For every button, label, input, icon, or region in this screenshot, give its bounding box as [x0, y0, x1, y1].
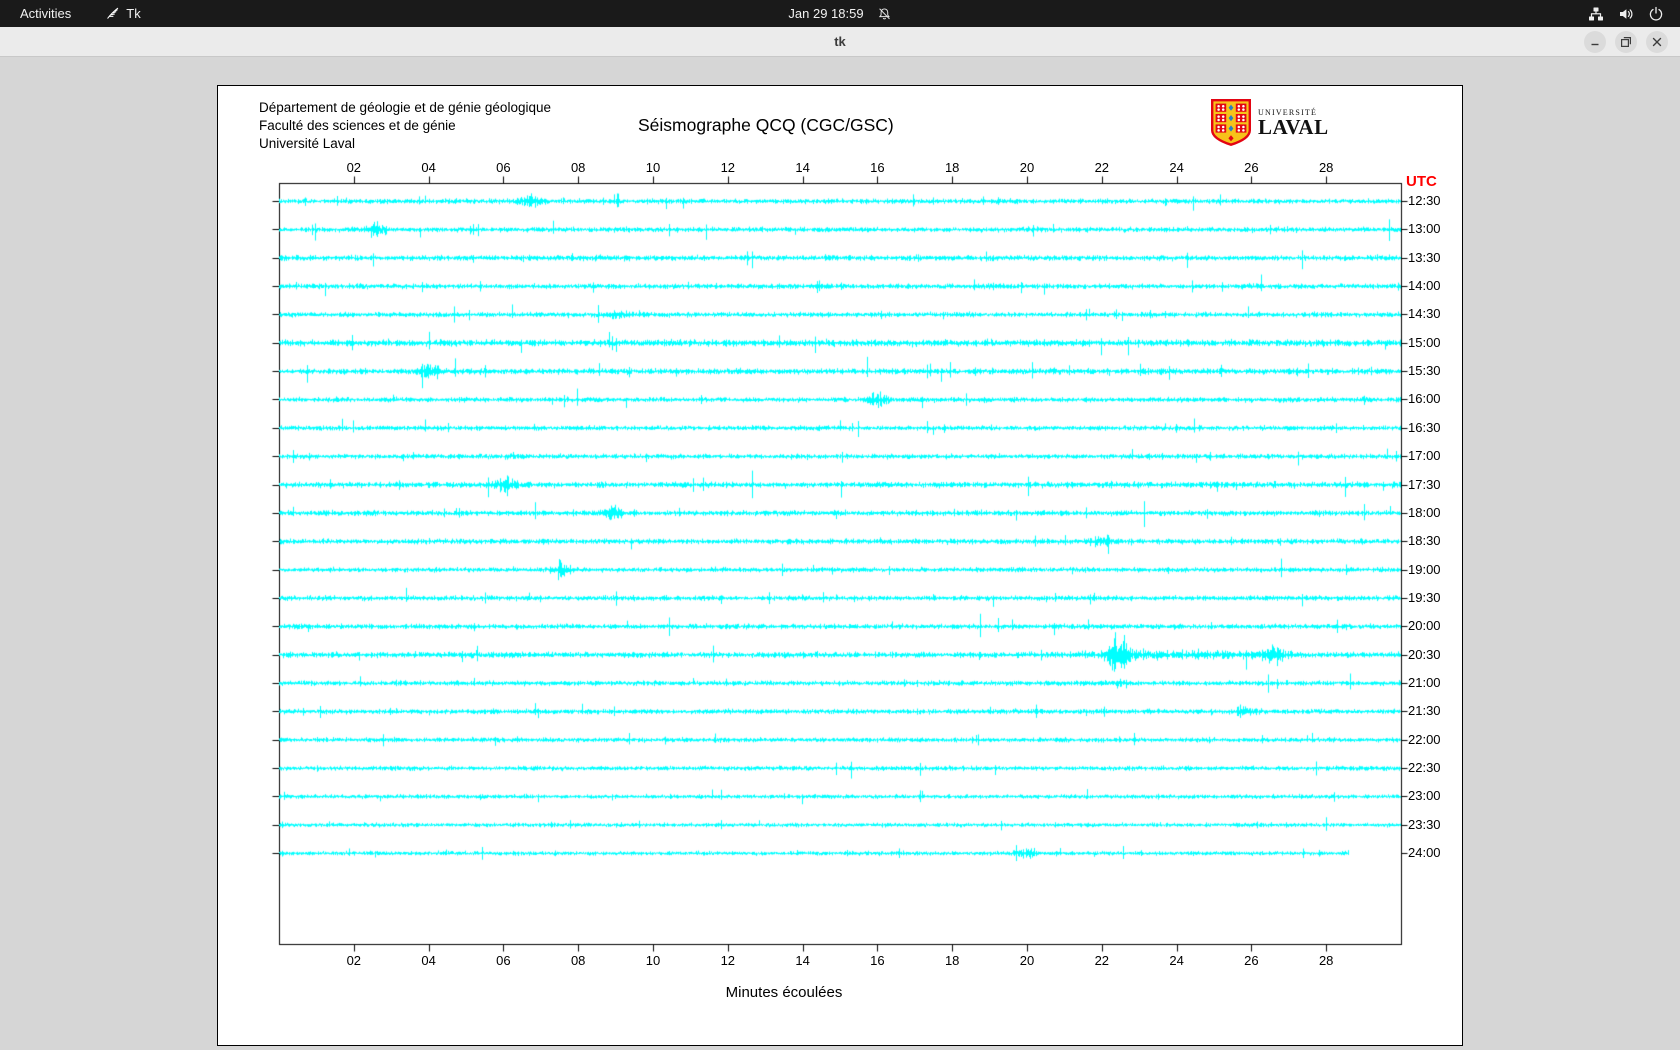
tick-label: 02	[346, 160, 362, 175]
tick-label: 10	[645, 953, 661, 968]
header-line-department: Département de géologie et de génie géol…	[259, 100, 551, 115]
time-label: 16:00	[1408, 391, 1441, 407]
time-label: 22:00	[1408, 731, 1441, 747]
gnome-top-bar: Activities Tk Jan 29 18:59	[0, 0, 1680, 27]
power-icon	[1649, 6, 1663, 20]
tick-label: 16	[870, 160, 885, 175]
tick-label: 22	[1094, 953, 1110, 968]
time-label: 17:00	[1408, 448, 1441, 464]
tick-label: 26	[1244, 953, 1259, 968]
time-label: 14:00	[1408, 278, 1441, 294]
clock-label: Jan 29 18:59	[788, 6, 864, 21]
time-label: 20:00	[1408, 618, 1441, 634]
time-label: 22:30	[1408, 760, 1441, 775]
clock[interactable]: Jan 29 18:59	[788, 6, 891, 21]
time-label: 23:00	[1408, 788, 1441, 804]
tick-label: 12	[720, 953, 736, 968]
time-label: 17:30	[1408, 476, 1441, 492]
tick-label: 06	[496, 953, 511, 968]
header-address: Département de géologie et de génie géol…	[259, 99, 551, 153]
minimize-icon	[1591, 43, 1599, 46]
helicorder-plot	[259, 163, 1421, 964]
time-label: 21:30	[1408, 703, 1441, 719]
x-axis-title: Minutes écoulées	[725, 984, 843, 1001]
tick-label: 20	[1019, 953, 1035, 968]
tick-label: 24	[1169, 160, 1184, 175]
tick-label: 26	[1244, 160, 1259, 175]
time-label: 18:00	[1408, 504, 1441, 520]
tick-label: 18	[944, 953, 960, 968]
time-label: 18:30	[1408, 533, 1441, 549]
time-label: 24:00	[1408, 845, 1441, 861]
window-title: tk	[834, 34, 846, 49]
time-label: 23:30	[1408, 816, 1441, 832]
header-line-university: Université Laval	[259, 136, 356, 151]
activities-button[interactable]: Activities	[20, 6, 71, 21]
laval-logo: UNIVERSITÉ LAVAL	[1211, 99, 1329, 146]
tick-label: 08	[570, 953, 586, 968]
app-indicator-label: Tk	[126, 6, 141, 21]
tick-label: 12	[720, 160, 736, 175]
laval-shield-icon	[1211, 99, 1251, 146]
time-label: 15:00	[1408, 334, 1441, 350]
tick-label: 08	[570, 160, 586, 175]
system-status-area[interactable]	[1588, 6, 1664, 22]
network-wired-icon	[1589, 7, 1603, 20]
minimize-button[interactable]	[1584, 31, 1606, 53]
tick-label: 10	[645, 160, 661, 175]
logo-laval-label: LAVAL	[1258, 115, 1329, 139]
time-label: 13:00	[1408, 221, 1441, 237]
time-label: 20:30	[1408, 646, 1441, 662]
time-label: 14:30	[1408, 306, 1441, 322]
tick-label: 28	[1318, 160, 1334, 175]
time-label: 19:30	[1408, 589, 1441, 605]
time-label: 19:00	[1408, 561, 1441, 577]
restore-icon	[1621, 37, 1631, 48]
tick-label: 14	[795, 160, 810, 175]
app-indicator[interactable]: Tk	[105, 6, 141, 21]
tick-label: 24	[1169, 953, 1184, 968]
tick-label: 04	[421, 160, 436, 175]
tick-label: 28	[1318, 953, 1334, 968]
tick-label: 16	[870, 953, 885, 968]
tick-label: 02	[346, 953, 362, 968]
header-line-faculty: Faculté des sciences et de génie	[259, 118, 456, 133]
time-label: 13:30	[1408, 249, 1441, 265]
seismograph-canvas: Département de géologie et de génie géol…	[217, 85, 1463, 1046]
close-icon	[1652, 37, 1662, 47]
plot-title: Séismographe QCQ (CGC/GSC)	[638, 115, 894, 135]
tick-label: 06	[496, 160, 511, 175]
tick-label: 14	[795, 953, 810, 968]
close-button[interactable]	[1646, 31, 1668, 53]
time-label: 21:00	[1408, 674, 1441, 690]
time-label: 16:30	[1408, 419, 1441, 435]
notifications-muted-icon	[879, 7, 891, 19]
tk-feather-icon	[107, 7, 119, 19]
window-content: Département de géologie et de génie géol…	[0, 57, 1680, 1050]
tick-label: 18	[944, 160, 960, 175]
window-titlebar[interactable]: tk	[0, 27, 1680, 57]
tick-label: 04	[421, 953, 436, 968]
tick-label: 20	[1019, 160, 1035, 175]
tick-label: 22	[1094, 160, 1110, 175]
volume-icon	[1620, 8, 1633, 19]
maximize-button[interactable]	[1615, 31, 1637, 53]
time-label: 15:30	[1408, 363, 1441, 379]
time-label: 12:30	[1408, 193, 1441, 208]
